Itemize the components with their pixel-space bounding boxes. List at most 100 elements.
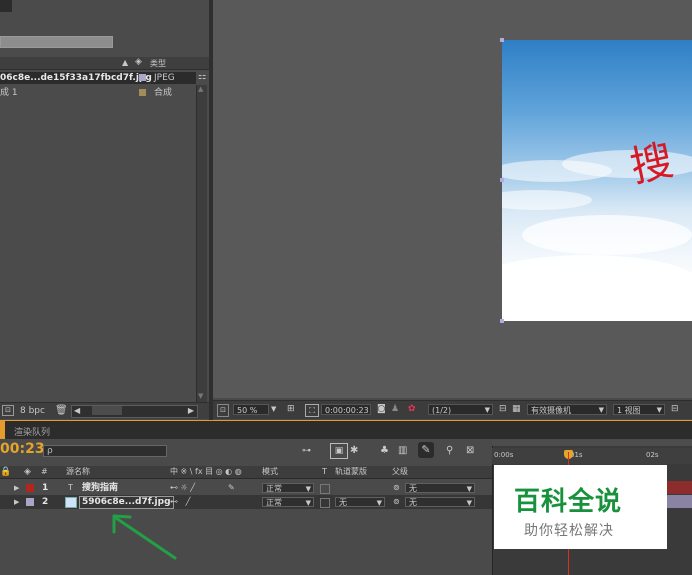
project-column-header: ▲ ◈ 类型 xyxy=(0,57,209,70)
sort-up-icon[interactable]: ▲ xyxy=(122,58,128,67)
timeline-column-header: 🔒 ◈ # 源名称 中 ※ \ fx 目 ◎ ◐ ◍ 模式 T 轨道蒙版 父级 xyxy=(0,466,492,479)
project-item-type: 合成 xyxy=(154,88,173,98)
layer-mode-value: 正常 xyxy=(266,498,282,507)
graph-editor-icon[interactable]: ✎ xyxy=(418,442,434,458)
region-of-interest-icon[interactable]: ⛶ xyxy=(305,404,319,417)
scroll-left-icon[interactable]: ◀ xyxy=(74,406,80,415)
current-time-value: 0:00:00:23 xyxy=(325,406,369,415)
fast-preview-icon[interactable]: ⊟ xyxy=(499,404,507,415)
project-search-input[interactable] xyxy=(0,36,113,48)
layer-switches[interactable]: ⊷ ☼ ╱ xyxy=(170,483,195,493)
project-item-comp[interactable]: 成 1 合成 xyxy=(0,87,196,99)
timeline-layer-row[interactable]: ▶ 2 5906c8e...d7f.jpg ⊷ ╱ 正常 ▼ 无 ▼ ⊚ 无 ▼ xyxy=(0,495,492,509)
pick-whip-icon[interactable]: ⊚ xyxy=(393,483,400,493)
layer-parent-value: 无 xyxy=(409,498,417,507)
transform-handle[interactable] xyxy=(500,319,504,323)
transform-handle[interactable] xyxy=(500,38,504,42)
preserve-transparency-checkbox[interactable] xyxy=(320,484,330,494)
zoom-dropdown[interactable]: 50 % xyxy=(233,404,269,415)
column-type-header[interactable]: 类型 xyxy=(150,58,166,69)
scroll-up-icon[interactable]: ▲ xyxy=(198,85,203,93)
watermark-title: 百科全说 xyxy=(514,487,623,517)
motion-blur-icon[interactable]: ▥ xyxy=(398,445,407,456)
pick-whip-icon[interactable]: ⊚ xyxy=(393,497,400,507)
annotation-arrow-icon xyxy=(112,514,177,560)
flowchart-icon[interactable]: ⚏ xyxy=(198,72,206,82)
always-preview-icon[interactable]: ⊡ xyxy=(217,404,229,417)
draft-3d-icon[interactable]: ▣ xyxy=(330,443,348,459)
layer-duration-bar[interactable] xyxy=(665,481,692,494)
frame-blending-icon[interactable]: ♣ xyxy=(380,445,389,456)
column-switches[interactable]: 中 ※ \ fx 目 ◎ ◐ ◍ xyxy=(170,467,242,477)
ruler-label: 0:00s xyxy=(494,451,514,459)
layer-duration-bar[interactable] xyxy=(665,495,692,508)
label-swatch[interactable] xyxy=(139,74,146,81)
column-index[interactable]: # xyxy=(41,467,48,477)
layer-track-matte-value: 无 xyxy=(339,498,347,507)
show-snapshot-icon[interactable]: ♟ xyxy=(391,404,399,415)
auto-keyframe-icon[interactable]: ⊠ xyxy=(466,445,474,456)
zoom-value: 50 % xyxy=(237,406,258,415)
layer-parent-dropdown[interactable]: 无 ▼ xyxy=(405,483,475,493)
lock-icon[interactable]: 🔒 xyxy=(0,467,11,477)
timeline-layer-row[interactable]: ▶ 1 T 搜狗指南 ⊷ ☼ ╱ ✎ 正常 ▼ ⊚ 无 ▼ xyxy=(0,481,492,495)
trash-icon[interactable]: 🗑 xyxy=(55,405,68,416)
transparency-grid-icon[interactable]: ▦ xyxy=(512,404,521,415)
safe-margins-icon[interactable]: ⊞ xyxy=(287,404,295,415)
layer-mode-value: 正常 xyxy=(266,484,282,493)
column-source-name[interactable]: 源名称 xyxy=(66,467,90,477)
layer-label-color[interactable] xyxy=(26,498,34,506)
chevron-down-icon[interactable]: ▼ xyxy=(271,404,276,415)
layer-switches[interactable]: ⊷ ╱ xyxy=(170,497,190,507)
horizontal-scrollbar[interactable]: ◀ ▶ xyxy=(71,405,198,418)
text-layer-icon: T xyxy=(68,483,73,492)
column-track-matte[interactable]: 轨道蒙版 xyxy=(335,467,367,477)
layer-mode-dropdown[interactable]: 正常 ▼ xyxy=(262,497,314,507)
bit-depth-icon[interactable]: ⊡ xyxy=(2,405,14,416)
brainstorm-icon[interactable]: ⚲ xyxy=(446,445,453,456)
layer-pen-icon[interactable]: ✎ xyxy=(228,483,235,493)
layer-label-color[interactable] xyxy=(26,484,34,492)
transform-handle[interactable] xyxy=(500,178,504,182)
views-dropdown[interactable]: 1 视图 ▼ xyxy=(613,404,665,415)
resolution-dropdown[interactable]: (1/2) ▼ xyxy=(428,404,493,415)
project-item-jpg[interactable]: 06c8e...de15f33a17fbcd7f.jpg JPEG xyxy=(0,72,196,84)
layer-mode-dropdown[interactable]: 正常 ▼ xyxy=(262,483,314,493)
current-time-field[interactable]: 0:00:00:23 xyxy=(321,404,371,415)
timeline-search-input[interactable]: ρ xyxy=(43,445,167,457)
column-mode[interactable]: 模式 xyxy=(262,467,278,477)
camera-dropdown[interactable]: 有效摄像机 ▼ xyxy=(527,404,607,415)
work-area-bar[interactable] xyxy=(492,440,692,446)
scroll-right-icon[interactable]: ▶ xyxy=(188,406,194,415)
column-parent[interactable]: 父级 xyxy=(392,467,408,477)
layer-parent-dropdown[interactable]: 无 ▼ xyxy=(405,497,475,507)
scroll-thumb[interactable] xyxy=(92,406,122,415)
column-t[interactable]: T xyxy=(322,467,327,477)
preserve-transparency-checkbox[interactable] xyxy=(320,498,330,508)
search-icon: ρ xyxy=(47,446,53,456)
camera-snapshot-icon[interactable]: ◙ xyxy=(377,404,386,415)
image-file-icon xyxy=(65,497,77,508)
expand-arrow-icon[interactable]: ▶ xyxy=(14,497,19,507)
scroll-down-icon[interactable]: ▼ xyxy=(198,392,203,400)
tab-render-queue[interactable]: 渲染队列 xyxy=(14,425,50,438)
shy-layers-icon[interactable]: ✱ xyxy=(350,445,358,456)
views-value: 1 视图 xyxy=(617,406,641,415)
layer-name[interactable]: 搜狗指南 xyxy=(82,483,118,493)
tag-icon[interactable]: ◈ xyxy=(135,57,142,67)
layer-track-matte-dropdown[interactable]: 无 ▼ xyxy=(335,497,385,507)
label-swatch[interactable] xyxy=(139,89,146,96)
time-ruler[interactable]: 0:00s 01s 02s xyxy=(492,448,692,464)
project-scrollbar[interactable]: ▲ ▼ xyxy=(196,85,207,402)
layout-icon[interactable]: ⊟ xyxy=(671,404,679,415)
expand-arrow-icon[interactable]: ▶ xyxy=(14,483,19,493)
viewer-toolbar: ⊡ 50 % ▼ ⊞ ⛶ 0:00:00:23 ◙ ♟ ✿ (1/2) ▼ ⊟ ▦… xyxy=(213,400,692,419)
channel-icon[interactable]: ✿ xyxy=(408,404,416,415)
label-tag-icon[interactable]: ◈ xyxy=(24,467,31,477)
ruler-label: 02s xyxy=(646,451,659,459)
timeline-timecode[interactable]: 00:23 xyxy=(0,441,45,457)
project-item-name: 06c8e...de15f33a17fbcd7f.jpg xyxy=(0,73,152,83)
bit-depth-label[interactable]: 8 bpc xyxy=(20,406,45,416)
watermark-subtitle: 助你轻松解决 xyxy=(524,523,614,539)
composition-mini-flowchart-icon[interactable]: ⊶ xyxy=(302,446,311,456)
